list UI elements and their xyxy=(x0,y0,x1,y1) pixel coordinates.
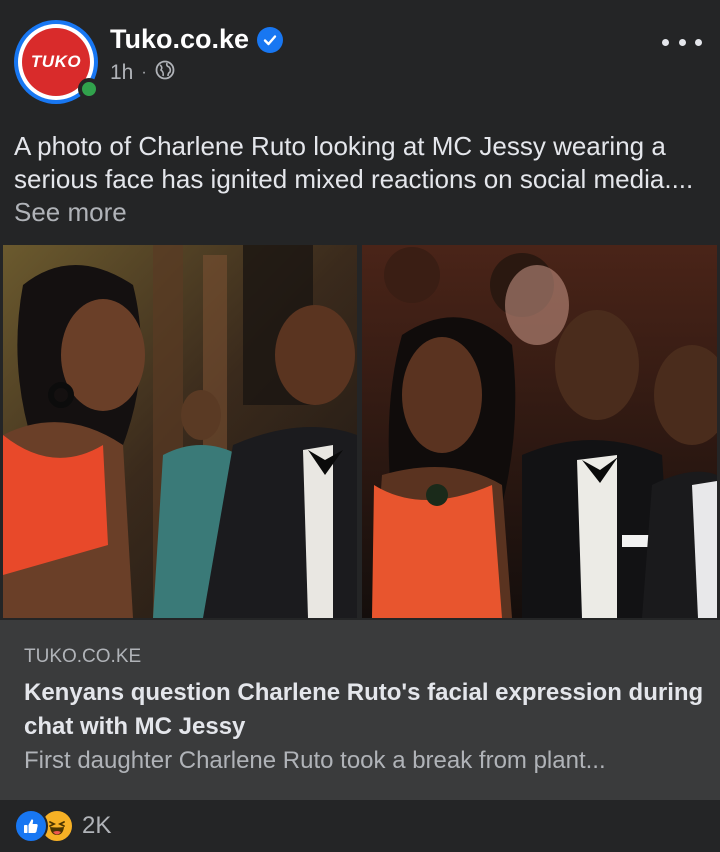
more-dots-icon xyxy=(662,38,669,46)
online-status-dot xyxy=(78,78,100,100)
post-meta: 1h · xyxy=(110,60,175,86)
link-description: First daughter Charlene Ruto took a brea… xyxy=(24,747,606,774)
logo-text: TUKO xyxy=(30,52,82,71)
facebook-post: TUKO Tuko.co.ke 1h · A photo of Charlene… xyxy=(0,0,720,852)
meta-separator: · xyxy=(141,64,147,81)
photo-right xyxy=(362,245,717,618)
post-header: TUKO Tuko.co.ke 1h · xyxy=(0,0,720,118)
reaction-count: 2K xyxy=(82,812,112,839)
verified-badge-icon xyxy=(257,26,284,53)
more-dot xyxy=(678,38,686,46)
like-icon xyxy=(14,809,48,843)
globe-icon xyxy=(155,60,175,86)
page-name[interactable]: Tuko.co.ke xyxy=(110,24,249,55)
more-dot xyxy=(695,38,702,46)
link-title[interactable]: Kenyans question Charlene Ruto's facial … xyxy=(24,676,704,744)
reactions-summary[interactable]: 2K xyxy=(14,808,111,844)
link-domain: TUKO.CO.KE xyxy=(24,646,142,667)
link-preview[interactable]: TUKO.CO.KE Kenyans question Charlene Rut… xyxy=(0,620,720,800)
post-image[interactable] xyxy=(0,243,720,620)
post-time[interactable]: 1h xyxy=(110,61,133,85)
post-caption: A photo of Charlene Ruto looking at MC J… xyxy=(14,130,706,229)
more-options-button[interactable] xyxy=(662,30,702,54)
photo-left xyxy=(3,245,357,618)
see-more-link[interactable]: See more xyxy=(14,197,127,227)
page-name-row: Tuko.co.ke xyxy=(110,24,284,55)
caption-text: A photo of Charlene Ruto looking at MC J… xyxy=(14,131,694,194)
